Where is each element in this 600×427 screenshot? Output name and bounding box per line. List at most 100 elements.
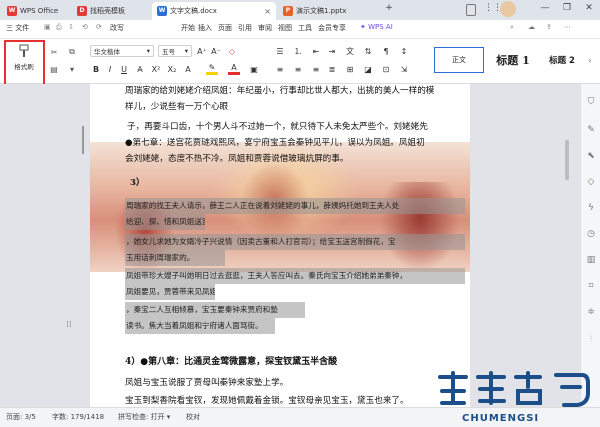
tab-label: 文字文稿.docx — [170, 7, 217, 15]
font-family-select[interactable]: 华文楷体 ▾ — [90, 45, 154, 57]
more-icon[interactable]: ⋯ — [564, 23, 571, 31]
menu-item-member[interactable]: 会员专享 — [318, 23, 346, 33]
clear-format-icon[interactable]: ◇ — [226, 45, 238, 57]
menu-item-layout[interactable]: 页面 — [218, 23, 232, 33]
word-count[interactable]: 字数: 179/1418 — [52, 412, 104, 422]
wps-ai-button[interactable]: ✦ WPS AI — [360, 23, 393, 31]
spell-check[interactable]: 拼写检查: 打开 ▾ — [118, 412, 170, 422]
menu-item-references[interactable]: 引用 — [238, 23, 252, 33]
shading-icon[interactable]: ◪ — [362, 63, 374, 75]
tab-label: 找稻壳模板 — [90, 7, 125, 15]
menu-item-view[interactable]: 视图 — [278, 23, 292, 33]
font-size-select[interactable]: 五号 ▾ — [158, 45, 192, 57]
redo-icon[interactable]: ⟳ — [96, 23, 102, 31]
paste-icon[interactable]: ▤ — [48, 63, 60, 75]
avatar[interactable] — [500, 1, 516, 17]
ppt-doc-icon: P — [283, 6, 293, 16]
proofread[interactable]: 校对 — [186, 412, 200, 422]
tab-document-docx[interactable]: W 文字文稿.docx × — [152, 2, 276, 20]
align-left-icon[interactable]: ≡ — [274, 63, 286, 75]
shrink-font-icon[interactable]: A⁻ — [210, 45, 222, 57]
font-color-icon[interactable]: A — [228, 63, 240, 75]
show-marks-icon[interactable]: ¶ — [380, 45, 392, 57]
strikethrough-icon[interactable]: A̶ — [134, 63, 146, 75]
file-menu[interactable]: 三 文件 — [6, 23, 29, 33]
grow-font-icon[interactable]: A⁺ — [196, 45, 208, 57]
page-indicator[interactable]: 页面: 3/5 — [6, 412, 36, 422]
close-tab-icon[interactable]: × — [264, 7, 271, 16]
underline-icon[interactable]: U — [118, 63, 130, 75]
shapes-icon[interactable]: ◇ — [585, 176, 597, 188]
cloud-sync-icon[interactable]: ☁ — [528, 23, 535, 31]
align-center-icon[interactable]: ≡ — [292, 63, 304, 75]
print-icon[interactable]: ⎙ — [56, 23, 62, 32]
numbered-list-icon[interactable]: ⒈ — [292, 45, 304, 57]
distribute-icon[interactable]: ⊞ — [344, 63, 356, 75]
crop-icon[interactable]: ⌗ — [585, 280, 597, 292]
border-icon[interactable]: ⊡ — [380, 63, 392, 75]
menu-item-review[interactable]: 审阅 — [258, 23, 272, 33]
tab-presentation-pptx[interactable]: P 演示文稿1.pptx — [278, 2, 378, 20]
char-border-icon[interactable]: ▣ — [248, 63, 260, 75]
tab-docer[interactable]: D 找稻壳模板 — [72, 2, 150, 20]
subscript-icon[interactable]: X₂ — [166, 63, 178, 75]
equalizer-icon[interactable]: ⫶ — [585, 334, 597, 346]
window-layout-icon[interactable] — [466, 4, 476, 16]
line-spacing-icon[interactable]: ↕ — [398, 45, 410, 57]
chart-icon[interactable]: ▥ — [585, 254, 597, 266]
document-page[interactable]: 周瑞家的给刘姥姥介绍凤姐：年纪虽小，行事却比世人都大，出挑的美人一样的模 样儿，… — [90, 84, 470, 407]
font-size-value: 五号 — [162, 48, 175, 56]
doc-heading: 3） — [130, 178, 145, 188]
menu-item-tools[interactable]: 工具 — [298, 23, 312, 33]
grid-icon[interactable]: ⋮⋮ — [484, 3, 502, 13]
bullet-list-icon[interactable]: ☰ — [274, 45, 286, 57]
highlight-icon[interactable]: ✎ — [206, 63, 218, 75]
new-tab-icon[interactable]: + — [382, 3, 396, 13]
styles-more-icon[interactable]: › — [585, 55, 595, 65]
lightning-icon[interactable]: ϟ — [585, 202, 597, 214]
style-heading2[interactable]: 标题 2 — [542, 47, 582, 73]
filter-icon[interactable]: ⛉ — [585, 96, 597, 108]
italic-icon[interactable]: I — [104, 63, 116, 75]
tab-stops-icon[interactable]: ⇲ — [398, 63, 410, 75]
select-cursor-icon[interactable]: ⬉ — [585, 150, 597, 162]
style-normal[interactable]: 正文 — [434, 47, 484, 73]
menu-item-home[interactable]: 开始 — [181, 23, 195, 33]
chinese-layout-icon[interactable]: 文 — [344, 45, 356, 57]
export-icon[interactable]: ⇩ — [68, 23, 74, 31]
watermark-text: CHUMENGSI — [462, 413, 539, 424]
menu-item-insert[interactable]: 插入 — [198, 23, 212, 33]
clock-icon[interactable]: ◷ — [585, 228, 597, 240]
tab-bar: W WPS Office D 找稻壳模板 W 文字文稿.docx × P 演示文… — [0, 0, 600, 20]
sliders-icon[interactable]: ≑ — [585, 306, 597, 318]
save-icon[interactable]: ▣ — [44, 23, 51, 31]
copy-icon[interactable]: ⧉ — [66, 46, 78, 58]
style-heading1[interactable]: 标题 1 — [486, 47, 540, 73]
doc-line: 凤姐与宝玉说服了贾母叫秦钟来家塾上学。 — [125, 378, 289, 388]
search-icon[interactable]: ⌕ — [510, 23, 514, 32]
undo-icon[interactable]: ⟲ — [82, 23, 88, 31]
text-effect-icon[interactable]: A — [182, 63, 194, 75]
align-right-icon[interactable]: ≡ — [310, 63, 322, 75]
tab-wps-office[interactable]: W WPS Office — [2, 2, 70, 20]
vertical-scrollbar[interactable] — [565, 140, 569, 180]
decrease-indent-icon[interactable]: ⇤ — [310, 45, 322, 57]
maximize-icon[interactable]: ❐ — [560, 3, 574, 13]
sort-icon[interactable]: ⇅ — [362, 45, 374, 57]
superscript-icon[interactable]: X² — [150, 63, 162, 75]
edit-pen-icon[interactable]: ✎ — [585, 124, 597, 136]
highlight-box — [4, 40, 45, 90]
doc-heading: 4）●第八章：比通灵金莺微露意，探宝钗黛玉半含酸 — [125, 357, 338, 367]
minimize-icon[interactable]: — — [538, 3, 552, 13]
wps-ai-label: WPS AI — [368, 23, 393, 31]
share-icon[interactable]: ⇪ — [546, 23, 552, 31]
close-icon[interactable]: ✕ — [582, 3, 596, 13]
drag-handle-icon[interactable]: ⁞⁞ — [66, 320, 72, 330]
view-mode-selector[interactable]: 改写 — [110, 23, 124, 33]
cut-icon[interactable]: ✂ — [48, 46, 60, 58]
bold-icon[interactable]: B — [90, 63, 102, 75]
selected-doc-line: 凤姐要见，贾蓉带来见凤姐 — [125, 284, 215, 300]
increase-indent-icon[interactable]: ⇥ — [326, 45, 338, 57]
justify-icon[interactable]: ≣ — [326, 63, 338, 75]
paste-options-icon[interactable]: ▾ — [66, 63, 78, 75]
